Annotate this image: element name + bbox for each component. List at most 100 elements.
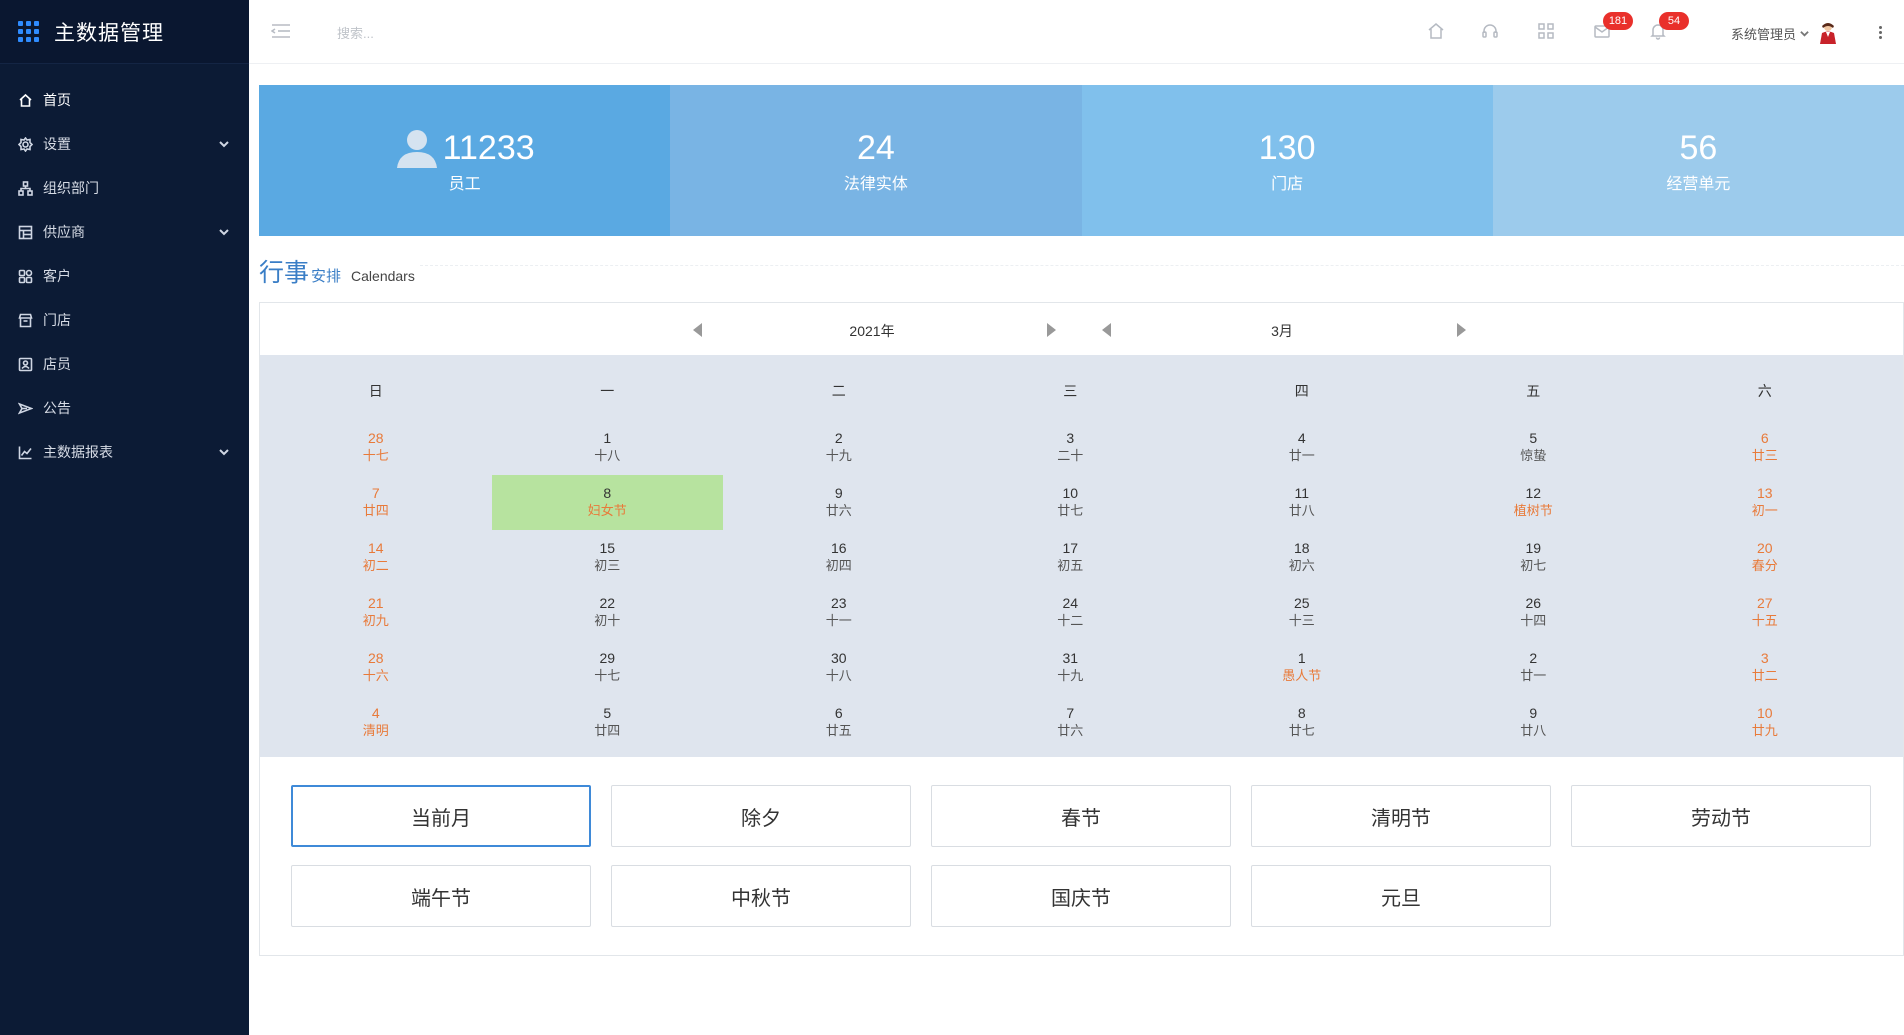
calendar-day[interactable]: 1 十八 bbox=[492, 420, 724, 475]
calendar-day[interactable]: 19 初七 bbox=[1418, 530, 1650, 585]
month-label[interactable]: 3月 bbox=[1222, 321, 1342, 341]
calendar-day[interactable]: 31 十九 bbox=[955, 640, 1187, 695]
calendar-day[interactable]: 9 廿八 bbox=[1418, 695, 1650, 750]
calendar-day[interactable]: 30 十八 bbox=[723, 640, 955, 695]
calendar-day[interactable]: 28 十六 bbox=[260, 640, 492, 695]
calendar-day[interactable]: 6 廿三 bbox=[1649, 420, 1881, 475]
chevron-down-icon bbox=[219, 139, 229, 149]
stat-label: 门店 bbox=[1271, 173, 1304, 193]
holiday-button[interactable]: 国庆节 bbox=[931, 865, 1231, 927]
day-lunar-label: 初三 bbox=[594, 558, 621, 574]
more-vertical-icon[interactable] bbox=[1875, 24, 1885, 42]
calendar-day[interactable]: 24 十二 bbox=[955, 585, 1187, 640]
calendar-day[interactable]: 29 十七 bbox=[492, 640, 724, 695]
sidebar-item-chart[interactable]: 主数据报表 bbox=[0, 430, 249, 474]
sidebar-item-label: 主数据报表 bbox=[43, 445, 113, 461]
calendar-day[interactable]: 2 廿一 bbox=[1418, 640, 1650, 695]
holiday-button[interactable]: 中秋节 bbox=[611, 865, 911, 927]
prev-year-button[interactable] bbox=[693, 323, 702, 337]
day-lunar-label: 十四 bbox=[1520, 613, 1547, 629]
user-menu[interactable]: 系统管理员 bbox=[1731, 22, 1837, 44]
day-number: 24 bbox=[1062, 594, 1079, 611]
calendar-day[interactable]: 13 初一 bbox=[1649, 475, 1881, 530]
menu-toggle-icon[interactable] bbox=[270, 22, 291, 40]
calendar-day[interactable]: 3 二十 bbox=[955, 420, 1187, 475]
calendar-day[interactable]: 9 廿六 bbox=[723, 475, 955, 530]
calendar-day[interactable]: 10 廿七 bbox=[955, 475, 1187, 530]
bell-icon[interactable]: 54 bbox=[1649, 12, 1689, 40]
section-title: 行事 安排 Calendars bbox=[259, 253, 415, 289]
apps-icon[interactable] bbox=[1537, 22, 1555, 40]
calendar-day[interactable]: 22 初十 bbox=[492, 585, 724, 640]
calendar-day[interactable]: 10 廿九 bbox=[1649, 695, 1881, 750]
holiday-button[interactable]: 元旦 bbox=[1251, 865, 1551, 927]
sidebar-item-gear[interactable]: 设置 bbox=[0, 122, 249, 166]
day-lunar-label: 廿一 bbox=[1288, 448, 1315, 464]
day-number: 9 bbox=[1529, 704, 1538, 721]
weekday-label: 二 bbox=[831, 384, 846, 400]
calendar-day[interactable]: 12 植树节 bbox=[1418, 475, 1650, 530]
calendar-day[interactable]: 18 初六 bbox=[1186, 530, 1418, 585]
calendar-day[interactable]: 26 十四 bbox=[1418, 585, 1650, 640]
calendar-day[interactable]: 21 初九 bbox=[260, 585, 492, 640]
sidebar-item-org[interactable]: 组织部门 bbox=[0, 166, 249, 210]
calendar-day[interactable]: 5 惊蛰 bbox=[1418, 420, 1650, 475]
holiday-button[interactable]: 除夕 bbox=[611, 785, 911, 847]
calendar-day[interactable]: 23 十一 bbox=[723, 585, 955, 640]
calendar-day[interactable]: 5 廿四 bbox=[492, 695, 724, 750]
calendar-day[interactable]: 8 廿七 bbox=[1186, 695, 1418, 750]
sidebar-item-store[interactable]: 门店 bbox=[0, 298, 249, 342]
holiday-button[interactable]: 清明节 bbox=[1251, 785, 1551, 847]
home-icon[interactable] bbox=[1427, 22, 1445, 40]
calendar-day[interactable]: 3 廿二 bbox=[1649, 640, 1881, 695]
day-number: 18 bbox=[1293, 539, 1310, 556]
next-month-button[interactable] bbox=[1457, 323, 1466, 337]
stat-employees[interactable]: 11233 员工 bbox=[259, 85, 671, 236]
calendar-day[interactable]: 20 春分 bbox=[1649, 530, 1881, 585]
calendar-day[interactable]: 15 初三 bbox=[492, 530, 724, 585]
calendar-day[interactable]: 7 廿六 bbox=[955, 695, 1187, 750]
headset-icon[interactable] bbox=[1481, 22, 1499, 40]
stat-stores[interactable]: 130 门店 bbox=[1081, 85, 1493, 236]
stat-business-units[interactable]: 56 经营单元 bbox=[1492, 85, 1904, 236]
day-number: 28 bbox=[367, 649, 384, 666]
sidebar-item-clerk[interactable]: 店员 bbox=[0, 342, 249, 386]
calendar-day[interactable]: 8 妇女节 bbox=[491, 475, 723, 530]
calendar-day[interactable]: 4 清明 bbox=[260, 695, 492, 750]
message-icon[interactable]: 181 bbox=[1593, 12, 1633, 40]
calendar-day[interactable]: 2 十九 bbox=[723, 420, 955, 475]
calendar-day[interactable]: 27 十五 bbox=[1649, 585, 1881, 640]
next-year-button[interactable] bbox=[1047, 323, 1056, 337]
calendar-day[interactable]: 25 十三 bbox=[1186, 585, 1418, 640]
calendar-day[interactable]: 6 廿五 bbox=[723, 695, 955, 750]
stats-bar: 11233 员工 24 法律实体 130 门店 56 经营单元 bbox=[259, 85, 1904, 236]
day-lunar-label: 廿六 bbox=[1057, 723, 1084, 739]
sidebar-item-supplier[interactable]: 供应商 bbox=[0, 210, 249, 254]
brand[interactable]: 主数据管理 bbox=[0, 0, 249, 64]
day-lunar-label: 惊蛰 bbox=[1520, 448, 1547, 464]
calendar-day[interactable]: 7 廿四 bbox=[260, 475, 492, 530]
calendar-day[interactable]: 4 廿一 bbox=[1186, 420, 1418, 475]
holiday-button[interactable]: 春节 bbox=[931, 785, 1231, 847]
prev-month-button[interactable] bbox=[1102, 323, 1111, 337]
day-lunar-label: 十五 bbox=[1751, 613, 1778, 629]
search-input[interactable] bbox=[337, 22, 537, 44]
year-label[interactable]: 2021年 bbox=[812, 321, 932, 341]
holiday-button[interactable]: 当前月 bbox=[291, 785, 591, 847]
calendar-day[interactable]: 1 愚人节 bbox=[1186, 640, 1418, 695]
stat-legal-entities[interactable]: 24 法律实体 bbox=[670, 85, 1082, 236]
holiday-button[interactable]: 端午节 bbox=[291, 865, 591, 927]
calendar-day[interactable]: 11 廿八 bbox=[1186, 475, 1418, 530]
calendar-day[interactable]: 16 初四 bbox=[723, 530, 955, 585]
holiday-button[interactable]: 劳动节 bbox=[1571, 785, 1871, 847]
sidebar-item-home[interactable]: 首页 bbox=[0, 78, 249, 122]
weekday-label: 日 bbox=[368, 384, 383, 400]
day-lunar-label: 廿四 bbox=[362, 503, 389, 519]
sidebar-item-announcement[interactable]: 公告 bbox=[0, 386, 249, 430]
calendar-day[interactable]: 17 初五 bbox=[955, 530, 1187, 585]
calendar-day[interactable]: 28 十七 bbox=[260, 420, 492, 475]
day-number: 27 bbox=[1756, 594, 1773, 611]
day-number: 8 bbox=[603, 484, 612, 501]
calendar-day[interactable]: 14 初二 bbox=[260, 530, 492, 585]
sidebar-item-customer[interactable]: 客户 bbox=[0, 254, 249, 298]
